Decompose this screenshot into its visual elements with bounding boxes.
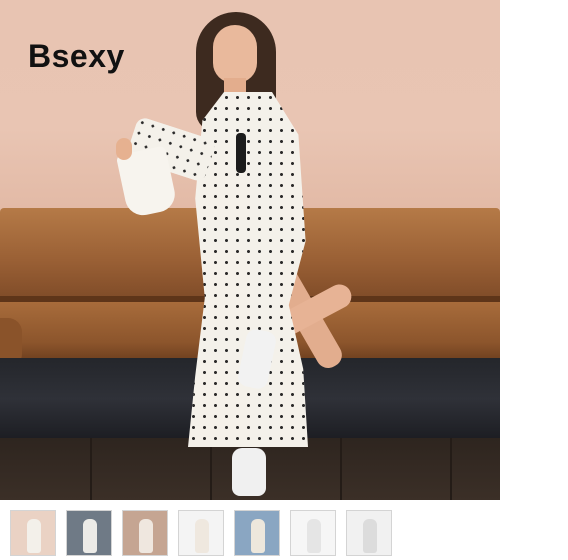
thumbnail-figure xyxy=(27,519,41,553)
thumbnail-figure xyxy=(251,519,265,553)
main-product-image: Bsexy xyxy=(0,0,500,500)
thumbnail-4[interactable] xyxy=(178,510,224,556)
thumbnail-5[interactable] xyxy=(234,510,280,556)
thumbnail-strip xyxy=(10,510,392,556)
model-hand xyxy=(116,138,132,160)
sneaker-standing xyxy=(232,448,266,496)
thumbnail-figure xyxy=(307,519,321,553)
sunglasses xyxy=(236,133,246,173)
thumbnail-1[interactable] xyxy=(10,510,56,556)
model-figure xyxy=(0,0,500,500)
brand-logo: Bsexy xyxy=(28,38,125,74)
model-face xyxy=(213,25,257,83)
thumbnail-figure xyxy=(195,519,209,553)
thumbnail-figure xyxy=(363,519,377,553)
thumbnail-7[interactable] xyxy=(346,510,392,556)
thumbnail-figure xyxy=(83,519,97,553)
thumbnail-figure xyxy=(139,519,153,553)
thumbnail-2[interactable] xyxy=(66,510,112,556)
thumbnail-3[interactable] xyxy=(122,510,168,556)
thumbnail-6[interactable] xyxy=(290,510,336,556)
